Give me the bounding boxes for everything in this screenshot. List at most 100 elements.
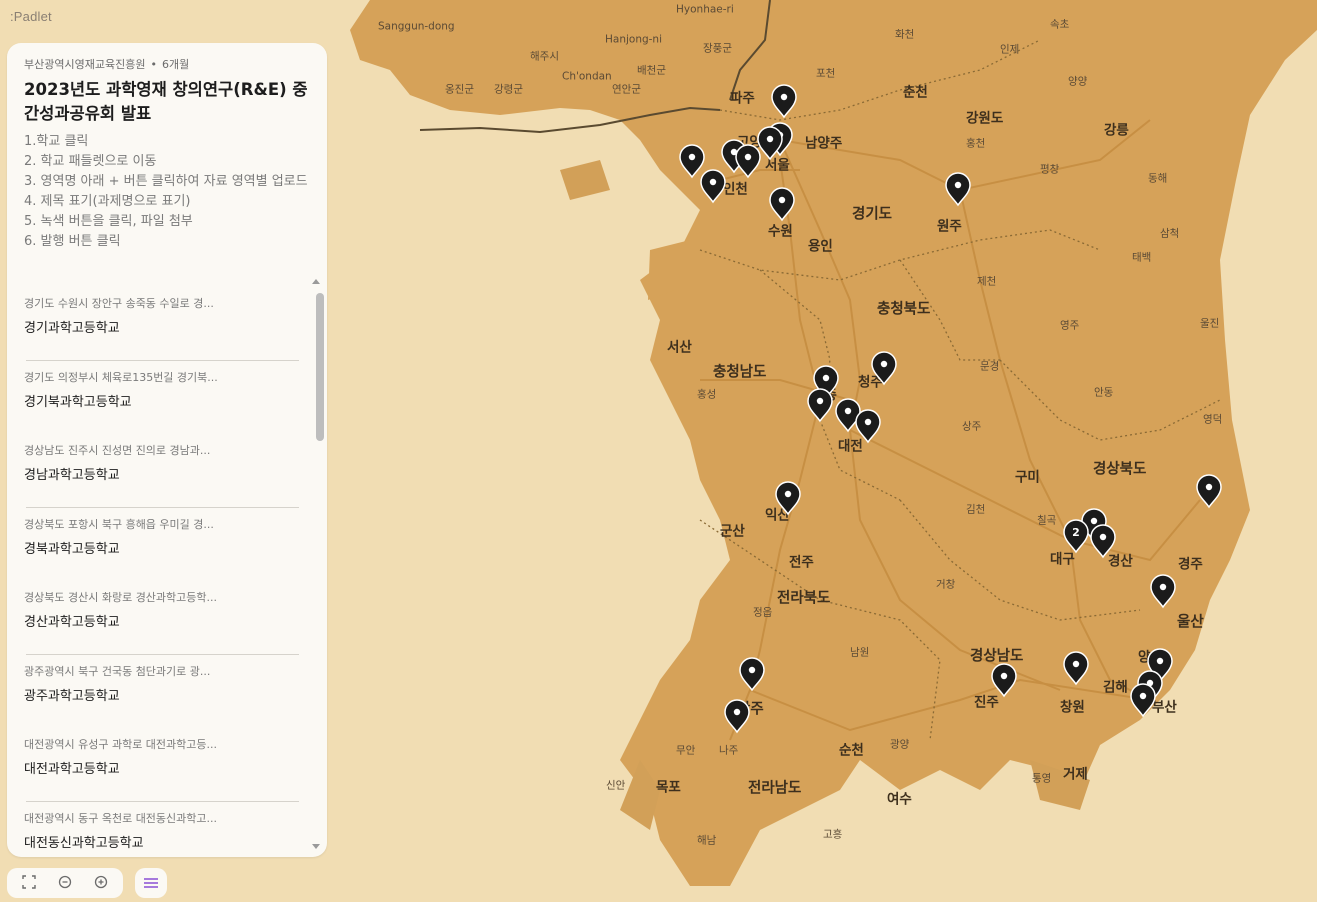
post-name: 경기북과학고등학교 [24, 394, 132, 410]
map-label: 강원도 [966, 110, 1004, 127]
map-label: 목포 [656, 780, 681, 796]
map-label: 거제 [1063, 767, 1088, 783]
map-label: 인제 [1000, 44, 1019, 56]
map-label: 무안 [676, 745, 696, 757]
post-name: 경북과학고등학교 [24, 541, 120, 557]
map-label: 울산 [1177, 614, 1204, 631]
map-label: 진주 [974, 694, 999, 711]
scroll-down-arrow[interactable] [312, 844, 320, 849]
map-label: 김천 [966, 504, 985, 516]
map-label: 서울 [765, 157, 790, 174]
map-label: 삼척 [1160, 228, 1179, 240]
map-label: 평창 [1040, 164, 1060, 176]
map-label: 상주 [962, 421, 982, 433]
padlet-logo[interactable]: :Padlet [10, 9, 52, 24]
post-address: 광주광역시 북구 건국동 첨단과기로 광... [24, 664, 211, 678]
cluster-count: 2 [1072, 526, 1080, 539]
post-item[interactable]: 광주광역시 북구 건국동 첨단과기로 광... 광주과학고등학교 [7, 655, 313, 729]
map-label: 구미 [1015, 470, 1040, 486]
map-label: 영덕 [1203, 414, 1222, 426]
map-label: 홍천 [966, 137, 985, 150]
map-label: 속초 [1050, 19, 1070, 31]
map-label: 울진 [1200, 318, 1219, 330]
list-toggle-button[interactable] [135, 868, 167, 898]
map-label: 남양주 [805, 135, 842, 152]
board-description: 1.학교 클릭 2. 학교 패들렛으로 이동 3. 영역명 아래 + 버튼 클릭… [24, 134, 308, 249]
scroll-up-arrow[interactable] [312, 279, 320, 284]
map-label: 남원 [850, 647, 869, 659]
post-item[interactable]: 대전광역시 동구 옥천로 대전동신과학고... 대전동신과학고등학교 [7, 802, 313, 858]
post-address: 경기도 수원시 장안구 송죽동 수일로 경... [24, 297, 214, 310]
map-label: 장풍군 [703, 43, 732, 55]
post-address: 경기도 의정부시 체육로135번길 경기북... [24, 370, 218, 384]
map-label: 인천 [723, 181, 748, 198]
map-label: 배천군 [637, 65, 666, 77]
board-title: 2023년도 과학영재 창의연구(R&E) 중간성과공유회 발표 [24, 80, 308, 123]
map-label: 문경 [980, 360, 999, 373]
map-label: 춘천 [903, 85, 928, 101]
map-label: 고흥 [823, 828, 843, 841]
map-label: 옹진군 [445, 84, 474, 96]
board-panel: 부산광역시영재교육진흥원 • 6개월 2023년도 과학영재 창의연구(R&E) 중… [7, 43, 327, 857]
post-address: 경상남도 진주시 진성면 진의로 경남과... [24, 444, 211, 457]
map-label: 수원 [768, 224, 793, 240]
map-label: 군산 [720, 523, 745, 540]
meta-separator: • [150, 58, 157, 71]
map-label: 거창 [936, 579, 956, 591]
post-item[interactable]: 경기도 수원시 장안구 송죽동 수일로 경... 경기과학고등학교 [7, 287, 313, 361]
map-label: 전주 [789, 554, 814, 571]
map-label: 칠곡 [1037, 515, 1057, 527]
map-label: 제천 [977, 276, 996, 288]
scrollbar-thumb[interactable] [316, 293, 324, 441]
map-label: 전라남도 [748, 780, 801, 797]
board-author[interactable]: 부산광역시영재교육진흥원 [24, 58, 145, 71]
post-item[interactable]: 경기도 의정부시 체육로135번길 경기북... 경기북과학고등학교 [7, 361, 313, 435]
post-item[interactable]: 경상남도 진주시 진성면 진의로 경남과... 경남과학고등학교 [7, 434, 313, 508]
map-label: 동해 [1148, 172, 1167, 185]
post-address: 대전광역시 유성구 과학로 대전과학고등... [24, 738, 218, 751]
post-item[interactable]: 대전광역시 유성구 과학로 대전과학고등... 대전과학고등학교 [7, 728, 313, 802]
map-label: 경기도 [852, 205, 892, 223]
map-label: 화천 [895, 29, 914, 41]
map-label: 순천 [839, 743, 864, 759]
post-item[interactable]: 경상북도 경산시 화랑로 경산과학고등학... 경산과학고등학교 [7, 581, 313, 655]
map-controls [7, 868, 123, 898]
map-label: 나주 [719, 745, 739, 757]
map-label: 양양 [1068, 76, 1088, 88]
map-label: 경주 [1178, 556, 1203, 573]
map-label: 정읍 [753, 607, 773, 619]
map-label: 강릉 [1104, 122, 1129, 139]
list-icon [144, 878, 158, 888]
post-name: 경산과학고등학교 [24, 615, 120, 630]
map-label: 해남 [697, 834, 717, 847]
map-label: 광양 [890, 739, 910, 751]
map-label: 강령군 [494, 84, 523, 96]
map-label: 영주 [1060, 320, 1080, 332]
post-address: 경상북도 포항시 북구 흥해읍 우미길 경... [24, 517, 214, 531]
map-label: 부산 [1152, 699, 1177, 716]
map-label: 충청남도 [713, 364, 766, 381]
map-label: 서산 [667, 339, 692, 356]
post-address: 대전광역시 동구 옥천로 대전동신과학고... [24, 811, 218, 825]
board-header: 부산광역시영재교육진흥원 • 6개월 2023년도 과학영재 창의연구(R&E) 중… [7, 43, 327, 252]
post-address: 경상북도 경산시 화랑로 경산과학고등학... [24, 591, 218, 604]
post-list[interactable]: 경기도 수원시 장안구 송죽동 수일로 경... 경기과학고등학교 경기도 의정… [7, 287, 313, 857]
post-name: 경남과학고등학교 [24, 468, 120, 483]
map-label: 용인 [808, 238, 833, 255]
map-label: 김해 [1103, 679, 1128, 696]
post-item[interactable]: 경상북도 포항시 북구 흥해읍 우미길 경... 경북과학고등학교 [7, 508, 313, 582]
map-label: 대구 [1050, 552, 1075, 568]
map-label: 홍성 [697, 388, 716, 401]
map-label: 신안 [606, 780, 626, 792]
map-label: 충청북도 [877, 301, 930, 318]
map-label: 경산 [1108, 553, 1133, 570]
map-label: 태백 [1132, 252, 1151, 264]
post-name: 대전과학고등학교 [24, 762, 120, 777]
map-label: 경상남도 [970, 647, 1023, 665]
post-name: 광주과학고등학교 [24, 688, 120, 704]
board-age: 6개월 [161, 58, 190, 71]
map-label: 연안군 [612, 84, 641, 96]
board-meta: 부산광역시영재교육진흥원 • 6개월 [24, 57, 310, 72]
map-label: 여수 [887, 791, 912, 808]
map-label: 대전 [838, 438, 863, 455]
